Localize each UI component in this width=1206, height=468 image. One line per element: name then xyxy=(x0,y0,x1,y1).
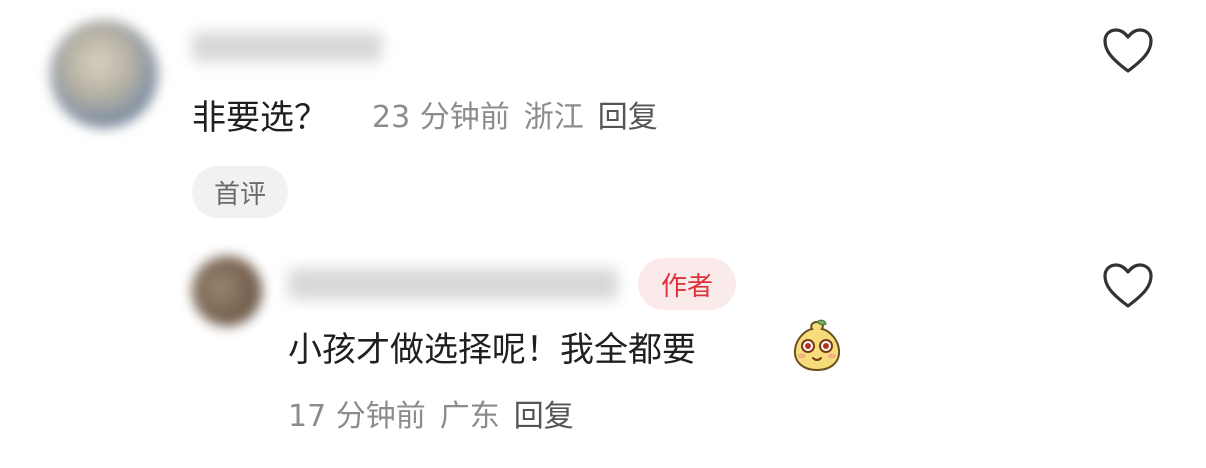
cute-face-emoji-icon xyxy=(793,319,841,372)
comment-meta: 23 分钟前 浙江 回复 xyxy=(372,103,658,133)
comment-location: 广东 xyxy=(439,399,500,434)
reply-button[interactable]: 回复 xyxy=(514,402,574,432)
first-comment-badge: 首评 xyxy=(192,166,288,218)
heart-outline-icon xyxy=(1103,28,1153,73)
comment-text: 小孩才做选择呢！我全都要 xyxy=(288,330,696,370)
comment-time: 17 分钟前 xyxy=(288,399,426,434)
reply-button[interactable]: 回复 xyxy=(598,103,658,133)
avatar[interactable] xyxy=(50,20,158,128)
heart-outline-icon xyxy=(1103,263,1153,308)
username-blurred[interactable] xyxy=(288,268,618,300)
comment-meta: 17 分钟前 广东 回复 xyxy=(288,402,574,432)
comment-time: 23 分钟前 xyxy=(372,100,510,135)
username-blurred[interactable] xyxy=(192,32,382,62)
comment-location: 浙江 xyxy=(523,100,584,135)
author-badge: 作者 xyxy=(638,258,736,310)
avatar[interactable] xyxy=(192,256,262,326)
comment-text: 非要选？ xyxy=(192,98,328,138)
like-button[interactable] xyxy=(1102,27,1154,75)
like-button[interactable] xyxy=(1102,262,1154,310)
